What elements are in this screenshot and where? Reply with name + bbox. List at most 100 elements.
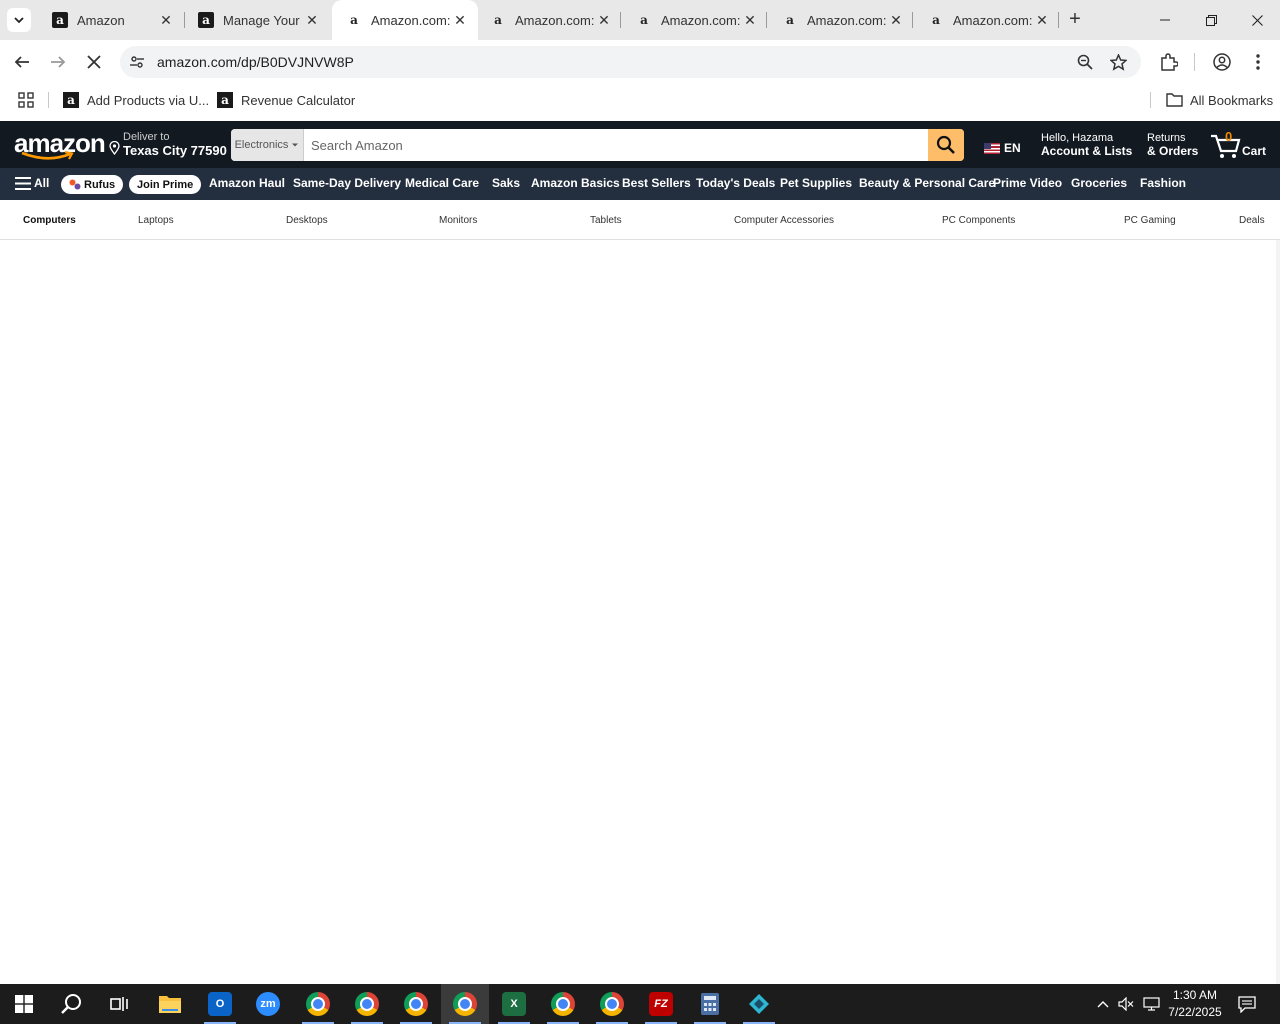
close-icon[interactable]: ✕ bbox=[1034, 12, 1050, 28]
stop-loading-button[interactable] bbox=[82, 50, 106, 74]
cat-item-pc-components[interactable]: PC Components bbox=[942, 215, 1015, 226]
close-icon[interactable]: ✕ bbox=[158, 12, 174, 28]
close-icon[interactable]: ✕ bbox=[596, 12, 612, 28]
clock[interactable]: 1:30 AM 7/22/2025 bbox=[1160, 987, 1230, 1021]
cat-item-monitors[interactable]: Monitors bbox=[439, 215, 477, 226]
extensions-button[interactable] bbox=[1157, 50, 1181, 74]
taskbar-chrome-1[interactable] bbox=[294, 984, 342, 1024]
close-icon[interactable]: ✕ bbox=[742, 12, 758, 28]
all-bookmarks-button[interactable]: All Bookmarks bbox=[1166, 91, 1273, 109]
subnav-item-amazon-haul[interactable]: Amazon Haul bbox=[209, 176, 285, 190]
tab-amazon-6[interactable]: a Amazon.com: ✕ bbox=[768, 0, 914, 40]
search-button[interactable] bbox=[928, 129, 964, 161]
folder-icon bbox=[159, 996, 181, 1013]
cat-item-computer-accessories[interactable]: Computer Accessories bbox=[734, 215, 834, 226]
cat-item-computers[interactable]: Computers bbox=[23, 215, 76, 226]
tab-amazon-5[interactable]: a Amazon.com: ✕ bbox=[622, 0, 768, 40]
taskbar-chrome-5[interactable] bbox=[588, 984, 636, 1024]
cat-item-deals[interactable]: Deals bbox=[1239, 215, 1265, 226]
zoom-app-icon: zm bbox=[256, 992, 280, 1016]
close-icon bbox=[87, 55, 101, 69]
bookmark-revenue-calculator[interactable]: a Revenue Calculator bbox=[217, 91, 355, 109]
chevron-down-icon bbox=[14, 17, 24, 24]
taskbar-calculator[interactable] bbox=[686, 984, 734, 1024]
tab-amazon[interactable]: a Amazon ✕ bbox=[38, 0, 184, 40]
taskbar-search-button[interactable] bbox=[48, 984, 96, 1024]
amazon-smile-icon bbox=[21, 151, 74, 160]
subnav-item-prime-video[interactable]: Prime Video bbox=[993, 176, 1062, 190]
chrome-icon bbox=[355, 992, 379, 1016]
subnav-item-fashion[interactable]: Fashion bbox=[1140, 176, 1186, 190]
account-lists[interactable]: Hello, Hazama Account & Lists bbox=[1041, 132, 1132, 158]
cat-item-pc-gaming[interactable]: PC Gaming bbox=[1124, 215, 1176, 226]
search-icon bbox=[61, 994, 81, 1014]
join-prime-label: Join Prime bbox=[137, 178, 194, 191]
taskbar-file-explorer[interactable] bbox=[146, 984, 194, 1024]
returns-orders[interactable]: Returns & Orders bbox=[1147, 132, 1198, 158]
tab-manage-your[interactable]: a Manage Your ✕ bbox=[184, 0, 330, 40]
bookmark-add-products[interactable]: a Add Products via U... bbox=[63, 91, 209, 109]
subnav-item-amazon-basics[interactable]: Amazon Basics bbox=[531, 176, 620, 190]
tab-amazon-7[interactable]: a Amazon.com: ✕ bbox=[914, 0, 1060, 40]
bookmark-star-icon[interactable] bbox=[1109, 53, 1127, 71]
taskbar-chrome-3[interactable] bbox=[392, 984, 440, 1024]
more-vertical-icon bbox=[1256, 54, 1260, 70]
address-bar[interactable]: amazon.com/dp/B0DVJNVW8P bbox=[120, 46, 1141, 78]
subnav-item-beauty[interactable]: Beauty & Personal Care bbox=[859, 176, 995, 190]
subnav-item-medical-care[interactable]: Medical Care bbox=[405, 176, 479, 190]
subnav-item-todays-deals[interactable]: Today's Deals bbox=[696, 176, 775, 190]
taskbar-chrome-4[interactable] bbox=[539, 984, 587, 1024]
subnav-item-saks[interactable]: Saks bbox=[492, 176, 520, 190]
taskbar-app-diamond[interactable] bbox=[735, 984, 783, 1024]
profile-button[interactable] bbox=[1210, 50, 1234, 74]
taskbar-excel[interactable]: X bbox=[490, 984, 538, 1024]
apps-button[interactable] bbox=[18, 91, 34, 109]
tab-amazon-active[interactable]: a Amazon.com: ✕ bbox=[332, 0, 478, 40]
outlook-icon: O bbox=[208, 992, 232, 1016]
all-menu-label: All bbox=[34, 176, 50, 190]
toolbar-divider bbox=[1194, 53, 1195, 71]
cat-item-tablets[interactable]: Tablets bbox=[590, 215, 622, 226]
rufus-button[interactable]: Rufus bbox=[61, 175, 124, 194]
join-prime-button[interactable]: Join Prime bbox=[129, 175, 202, 194]
search-input[interactable] bbox=[304, 129, 928, 161]
deliver-to[interactable]: Deliver to Texas City 77590 bbox=[108, 131, 227, 157]
cat-item-desktops[interactable]: Desktops bbox=[286, 215, 328, 226]
forward-button[interactable] bbox=[46, 50, 70, 74]
task-view-button[interactable] bbox=[96, 984, 144, 1024]
subnav-item-same-day-delivery[interactable]: Same-Day Delivery bbox=[293, 176, 401, 190]
close-icon[interactable]: ✕ bbox=[888, 12, 904, 28]
site-info-icon[interactable] bbox=[128, 53, 146, 71]
taskbar-chrome-2[interactable] bbox=[343, 984, 391, 1024]
restore-button[interactable] bbox=[1188, 0, 1234, 40]
back-button[interactable] bbox=[10, 50, 34, 74]
minimize-button[interactable] bbox=[1142, 0, 1188, 40]
page-content bbox=[0, 241, 1280, 984]
close-window-button[interactable] bbox=[1234, 0, 1280, 40]
subnav-item-pet-supplies[interactable]: Pet Supplies bbox=[780, 176, 852, 190]
notifications-button[interactable] bbox=[1234, 984, 1260, 1024]
cat-item-laptops[interactable]: Laptops bbox=[138, 215, 174, 226]
taskbar-outlook[interactable]: O bbox=[196, 984, 244, 1024]
chrome-menu-button[interactable] bbox=[1246, 50, 1270, 74]
tab-amazon-4[interactable]: a Amazon.com: ✕ bbox=[476, 0, 622, 40]
cart-button[interactable]: 0 Cart bbox=[1210, 129, 1270, 161]
tab-search-button[interactable] bbox=[7, 8, 31, 32]
taskbar-chrome-active[interactable] bbox=[441, 984, 489, 1024]
new-tab-button[interactable]: + bbox=[1065, 9, 1085, 29]
volume-button[interactable] bbox=[1115, 984, 1137, 1024]
taskbar-zoom[interactable]: zm bbox=[244, 984, 292, 1024]
start-button[interactable] bbox=[0, 984, 48, 1024]
search-category-dropdown[interactable]: Electronics bbox=[231, 129, 304, 161]
close-icon[interactable]: ✕ bbox=[452, 12, 468, 28]
close-icon[interactable]: ✕ bbox=[304, 12, 320, 28]
all-menu-button[interactable]: All bbox=[15, 176, 49, 190]
subnav-item-groceries[interactable]: Groceries bbox=[1071, 176, 1127, 190]
taskbar-filezilla[interactable]: FZ bbox=[637, 984, 685, 1024]
zoom-icon[interactable] bbox=[1076, 53, 1094, 71]
subnav-item-best-sellers[interactable]: Best Sellers bbox=[622, 176, 691, 190]
scrollbar[interactable] bbox=[1276, 240, 1280, 984]
show-hidden-icons-button[interactable] bbox=[1092, 984, 1114, 1024]
language-selector[interactable]: EN bbox=[984, 141, 1021, 155]
amazon-subnav: All Rufus Join Prime Amazon Haul Same-Da… bbox=[0, 168, 1280, 200]
